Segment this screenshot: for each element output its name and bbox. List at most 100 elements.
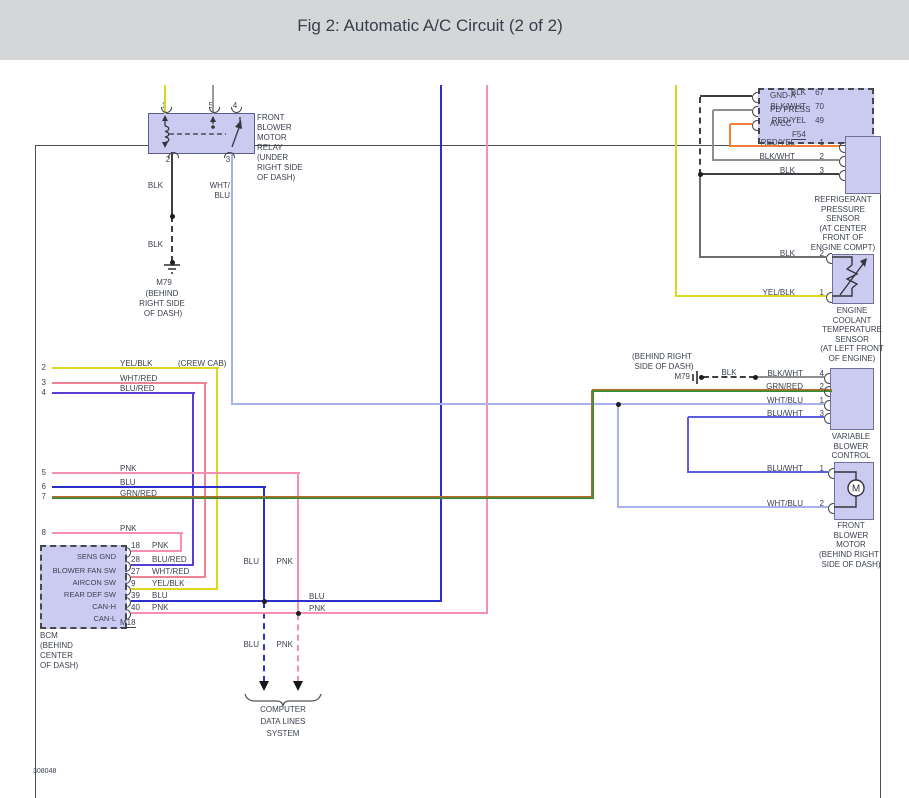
connector-arc-icon bbox=[826, 291, 832, 303]
wire-segment bbox=[52, 472, 300, 474]
wire-segment bbox=[131, 612, 487, 614]
bcm-row-sens-gnd: SENS GND bbox=[76, 552, 116, 561]
motor-name-line2: BLOWER bbox=[833, 531, 869, 540]
connector-arc-icon bbox=[826, 252, 832, 264]
canl-drop-color-lower: PNK bbox=[276, 640, 293, 649]
wire-segment bbox=[617, 404, 619, 508]
ect-name-line5: (AT LEFT FRONT bbox=[820, 344, 884, 353]
drawing-number: 308048 bbox=[33, 768, 57, 775]
bcm-name-line3: CENTER bbox=[40, 651, 73, 660]
bcm-name-line4: OF DASH) bbox=[40, 661, 79, 670]
bcm-pin-40: 40 bbox=[131, 603, 140, 612]
connector-arc-icon bbox=[824, 399, 830, 411]
connector-arc-icon bbox=[828, 502, 834, 514]
wire-segment bbox=[440, 85, 442, 602]
ground-left-loc3: OF DASH) bbox=[143, 309, 183, 318]
stub-3: 3 bbox=[41, 378, 46, 387]
wire-segment bbox=[216, 368, 218, 590]
relay-name-line2: BLOWER bbox=[257, 123, 292, 132]
relay-name-line5: (UNDER bbox=[257, 153, 289, 162]
bcm-pin-39: 39 bbox=[131, 591, 140, 600]
wire-segment bbox=[590, 390, 594, 498]
wire-segment bbox=[730, 123, 752, 125]
bcm-pin-18-color: PNK bbox=[152, 541, 169, 550]
junction-dot bbox=[295, 610, 301, 616]
data-lines-name-line2: DATA LINES bbox=[260, 717, 306, 726]
pdpress-row-label: PD PRESS bbox=[770, 105, 811, 114]
refrig-name-line5: FRONT OF bbox=[822, 233, 864, 242]
relay-pin-hook-icon bbox=[168, 152, 179, 158]
ground-left-id: M79 bbox=[156, 278, 172, 287]
ect-name-line2: COOLANT bbox=[832, 316, 872, 325]
wire-segment bbox=[675, 85, 677, 297]
refrig-name-line1: REFRIGERANT bbox=[814, 195, 872, 204]
wire-segment bbox=[687, 417, 689, 473]
wire-label-blk-upper: BLK bbox=[147, 181, 163, 190]
motor-icon: M bbox=[834, 471, 865, 508]
bcm-pin-27: 27 bbox=[131, 567, 140, 576]
wire-segment bbox=[713, 159, 839, 161]
relay-name-line4: RELAY bbox=[257, 143, 283, 152]
wire-segment bbox=[699, 97, 701, 175]
wire-segment bbox=[712, 110, 714, 161]
wire-segment bbox=[729, 124, 731, 147]
wire-segment bbox=[52, 532, 183, 534]
wire-segment bbox=[171, 152, 173, 216]
wire-segment bbox=[52, 392, 195, 394]
wire-segment bbox=[231, 152, 233, 405]
bcm-pin-9-color: YEL/BLK bbox=[152, 579, 185, 588]
wire-segment bbox=[232, 403, 824, 405]
bcm-row-aircon-sw: AIRCON SW bbox=[72, 578, 116, 587]
refrig-name-line3: SENSOR bbox=[826, 214, 860, 223]
wire-segment bbox=[131, 564, 193, 566]
bcm-pin-39-color: BLU bbox=[152, 591, 168, 600]
wire-segment bbox=[52, 486, 266, 488]
bcm-name-line1: BCM bbox=[40, 631, 58, 640]
junction-dot bbox=[169, 213, 175, 219]
wire-segment bbox=[592, 388, 832, 392]
connector-arc-icon bbox=[824, 385, 830, 397]
wire-segment bbox=[131, 588, 217, 590]
diagram-canvas bbox=[0, 60, 909, 798]
relay-name-line6: RIGHT SIDE bbox=[257, 163, 303, 172]
wire-segment bbox=[52, 367, 219, 369]
ect-name-line4: SENSOR bbox=[835, 335, 869, 344]
avcc-row-label: AVCC bbox=[770, 119, 792, 128]
stub-2: 2 bbox=[41, 363, 46, 372]
connector-arc-icon bbox=[839, 141, 845, 153]
wire-segment bbox=[52, 382, 207, 384]
canl-drop-color-upper: PNK bbox=[276, 557, 293, 566]
wire-segment bbox=[688, 471, 828, 473]
ect-name-line3: TEMPERATURE bbox=[822, 325, 882, 334]
motor-name-line1: FRONT bbox=[837, 521, 865, 530]
junction-dot bbox=[615, 401, 621, 407]
vbc-name-line3: CONTROL bbox=[831, 451, 871, 460]
bcm-pin-18: 18 bbox=[131, 541, 140, 550]
stub-7: 7 bbox=[41, 492, 46, 501]
bcm-row-rear-def-sw: REAR DEF SW bbox=[63, 590, 116, 599]
wire-segment bbox=[297, 614, 299, 682]
refrig-name-line2: PRESSURE bbox=[820, 205, 866, 214]
bcm-row-can-h: CAN-H bbox=[92, 602, 116, 611]
wire-segment bbox=[618, 506, 828, 508]
junction-dot bbox=[697, 171, 703, 177]
connector-arc-icon bbox=[752, 91, 758, 103]
data-lines-name-line3: SYSTEM bbox=[266, 729, 300, 738]
data-lines-name-line1: COMPUTER bbox=[260, 705, 306, 714]
down-arrow-icon bbox=[293, 681, 303, 691]
vbc-name-line1: VARIABLE bbox=[831, 432, 871, 441]
canh-drop-color-lower: BLU bbox=[243, 640, 259, 649]
bcm-pin-28-color: BLU/RED bbox=[152, 555, 187, 564]
wire-segment bbox=[700, 256, 826, 258]
wire-label-whtblu-1: WHT/ bbox=[209, 181, 230, 190]
wire-segment bbox=[52, 495, 594, 499]
junction-dot bbox=[752, 374, 758, 380]
wire-segment bbox=[699, 174, 701, 258]
wire-label-whtblu-2: BLU bbox=[214, 191, 230, 200]
relay-internal-symbol bbox=[162, 115, 242, 148]
relay-name-line3: MOTOR bbox=[257, 133, 287, 142]
ground-left-icon bbox=[164, 264, 180, 274]
connector-arc-icon bbox=[839, 155, 845, 167]
stub-4: 4 bbox=[41, 388, 46, 397]
bcm-pin-40-color: PNK bbox=[152, 603, 169, 612]
